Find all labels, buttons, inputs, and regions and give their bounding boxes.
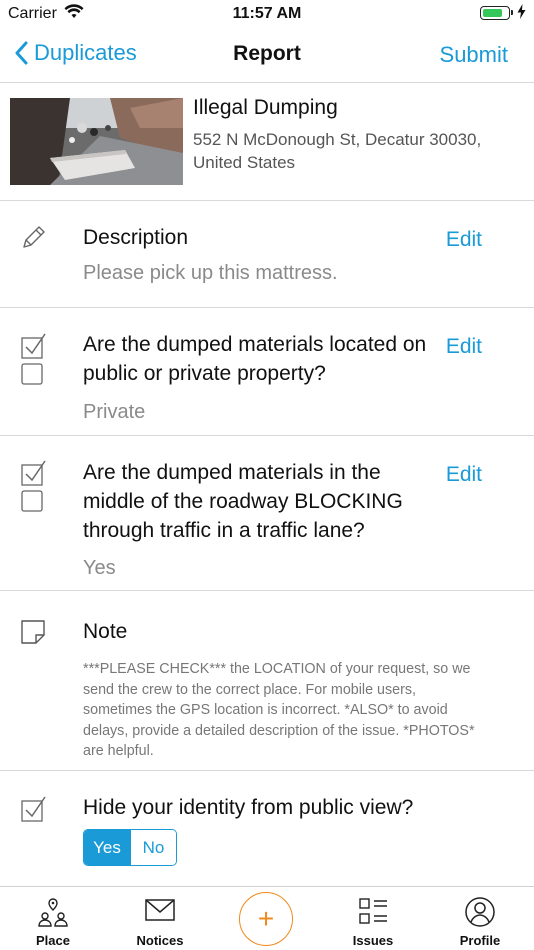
roadway-question-value: Yes (83, 557, 116, 579)
note-text: ***PLEASE CHECK*** the LOCATION of your … (83, 661, 475, 759)
chevron-left-icon (15, 41, 28, 65)
place-icon (38, 898, 68, 927)
description-row: Description Please pick up this mattress… (0, 201, 534, 308)
tab-place-label: Place (36, 933, 70, 948)
plus-icon: + (257, 903, 275, 934)
back-button-label: Duplicates (34, 40, 137, 65)
checklist-icon (20, 332, 48, 393)
tab-notices-label: Notices (136, 933, 184, 948)
tab-profile[interactable]: Profile (430, 887, 530, 950)
description-value: Please pick up this mattress. (83, 262, 338, 284)
property-question-title: Are the dumped materials located on publ… (83, 333, 427, 385)
hide-identity-toggle: Yes No (83, 829, 177, 866)
issue-photo[interactable] (10, 98, 183, 185)
note-icon (20, 619, 46, 650)
add-issue-button[interactable]: + (239, 892, 293, 946)
clock: 11:57 AM (232, 5, 302, 22)
property-question-value: Private (83, 401, 146, 423)
status-bar: Carrier 11:57 AM (0, 0, 534, 28)
charging-icon (517, 4, 526, 24)
issue-address: 552 N McDonough St, Decatur 30030, Unite… (193, 130, 482, 172)
property-question-row: Are the dumped materials located on publ… (0, 308, 534, 436)
checkbox-icon (20, 793, 48, 828)
tab-issues[interactable]: Issues (323, 887, 423, 950)
tab-place[interactable]: Place (3, 887, 103, 950)
roadway-question-title: Are the dumped materials in the middle o… (83, 461, 403, 542)
hide-identity-yes-button[interactable]: Yes (84, 830, 130, 865)
battery-icon (480, 6, 513, 20)
hide-identity-row: Hide your identity from public view? Yes… (0, 771, 534, 886)
hide-identity-no-button[interactable]: No (130, 830, 176, 865)
issue-header: Illegal Dumping 552 N McDonough St, Deca… (0, 84, 534, 201)
roadway-question-row: Are the dumped materials in the middle o… (0, 436, 534, 591)
edit-description-button[interactable]: Edit (446, 228, 482, 252)
note-row: Note ***PLEASE CHECK*** the LOCATION of … (0, 591, 534, 771)
envelope-icon (145, 899, 175, 921)
tab-bar: Place Notices + Issues Profile (0, 886, 534, 950)
profile-icon (465, 897, 495, 927)
submit-button[interactable]: Submit (440, 42, 508, 68)
issue-title: Illegal Dumping (193, 96, 338, 119)
tab-profile-label: Profile (459, 933, 501, 948)
checklist-icon (20, 459, 48, 520)
edit-roadway-button[interactable]: Edit (446, 463, 482, 487)
tab-issues-label: Issues (352, 933, 394, 948)
navigation-bar: Duplicates Report Submit (0, 28, 534, 83)
back-button[interactable]: Duplicates (14, 40, 137, 66)
tab-notices[interactable]: Notices (110, 887, 210, 950)
hide-identity-title: Hide your identity from public view? (83, 796, 414, 819)
edit-property-button[interactable]: Edit (446, 335, 482, 359)
description-title: Description (83, 226, 189, 249)
list-icon (359, 898, 387, 924)
pencil-icon (20, 223, 48, 256)
note-title: Note (83, 620, 128, 643)
